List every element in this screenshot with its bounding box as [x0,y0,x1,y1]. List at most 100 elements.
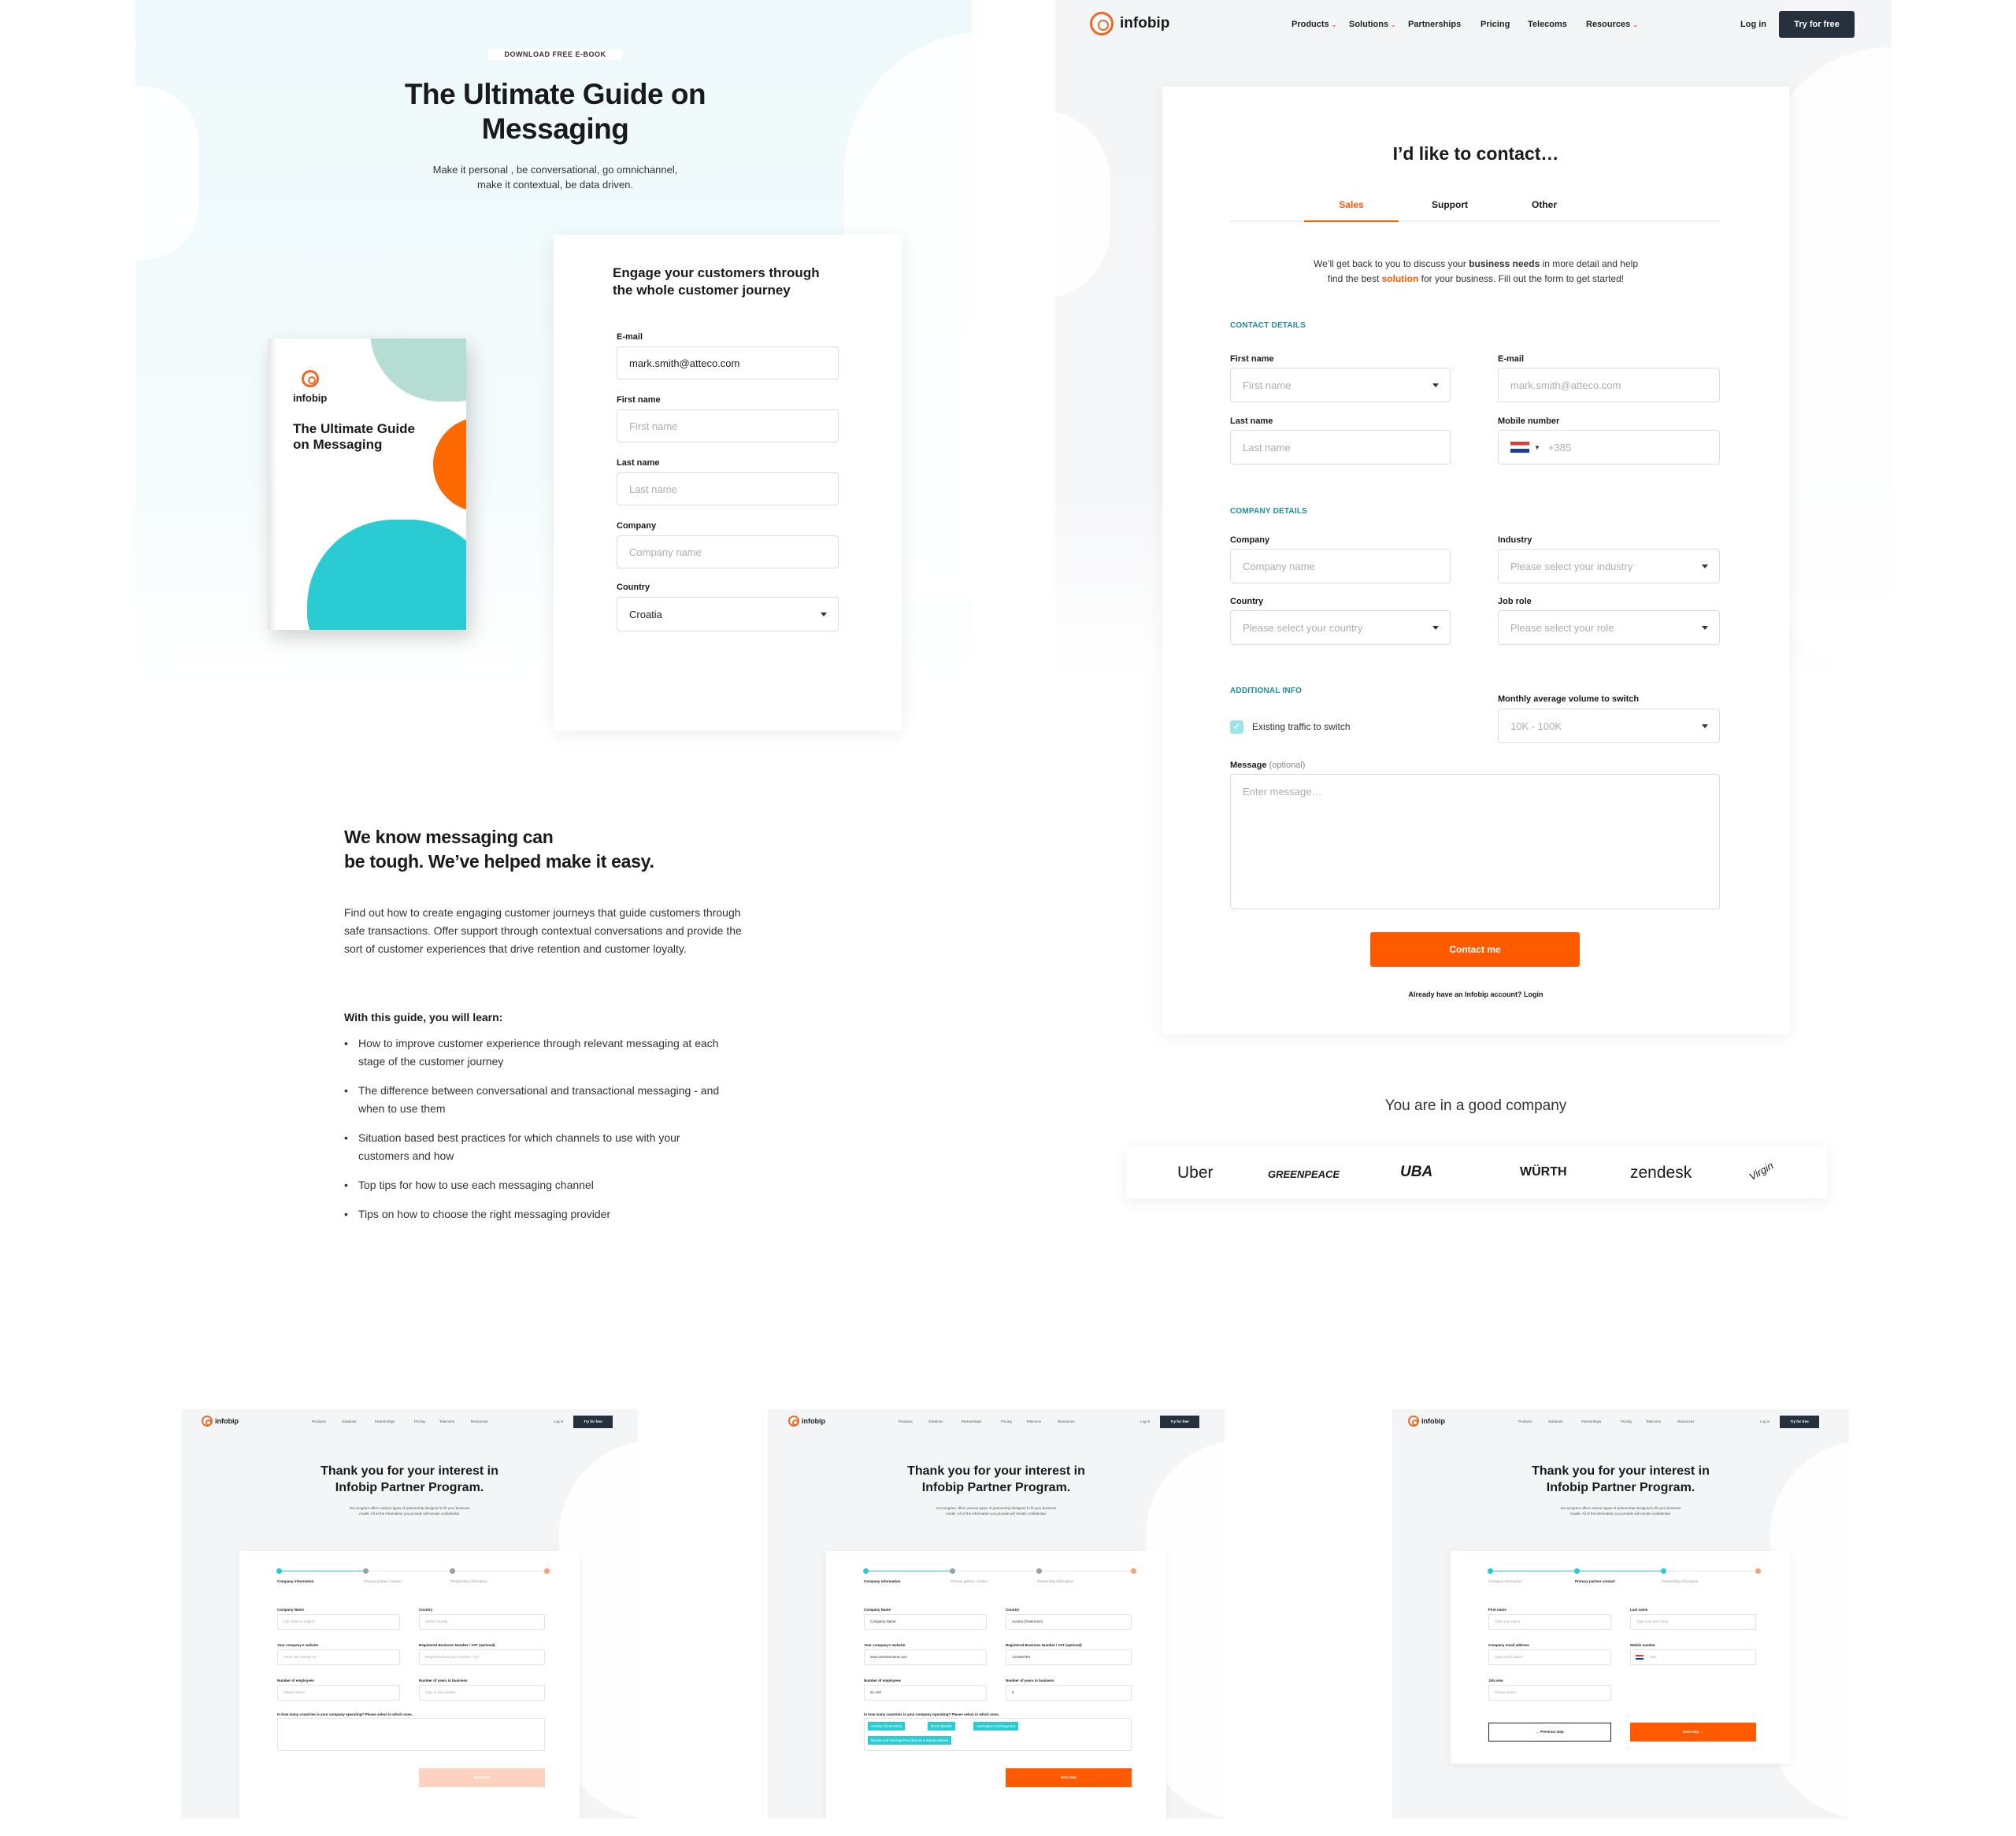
brand-name[interactable]: infobip [215,1417,239,1425]
flag-croatia-icon[interactable] [1636,1655,1644,1660]
account-note[interactable]: Already have an Infobip account? Login [1162,990,1789,998]
company-name-field[interactable]: Full name in english [277,1614,400,1630]
nav-solutions[interactable]: Solutions [928,1420,943,1423]
step-dot [863,1568,869,1574]
nav-resources[interactable]: Resources ⌄ [1586,20,1638,29]
mobile-field[interactable]: ▼ +385 [1498,430,1720,465]
years-field[interactable]: Type in the number [419,1685,545,1701]
nav-products[interactable]: Products [312,1420,326,1423]
nav-telecoms[interactable]: Telecoms [1528,20,1567,29]
email-field[interactable]: mark.smith@atteco.com [1498,368,1720,402]
login-link[interactable]: Log in [554,1420,563,1423]
employees-select[interactable]: 51-100 [864,1685,987,1701]
last-name-field[interactable]: Last name [617,472,839,505]
nav-resources[interactable]: Resources [1677,1420,1695,1423]
job-area-select[interactable]: Please select [1488,1685,1611,1701]
nav-pricing[interactable]: Pricing [414,1420,425,1423]
nav-partnerships[interactable]: Partnerships [962,1420,981,1423]
industry-select[interactable]: Please select your industry [1498,549,1720,583]
nav-solutions[interactable]: Solutions ⌄ [1349,20,1396,29]
website-field[interactable]: www.websitename.com [864,1649,987,1665]
next-step-button[interactable]: Next step [1006,1768,1132,1787]
learn-heading: With this guide, you will learn: [344,1011,503,1023]
nav-telecoms[interactable]: Telecoms [1646,1420,1661,1423]
message-textarea[interactable]: Enter message… [1230,774,1720,909]
country-select[interactable]: Please select your country [1230,610,1451,645]
nav-products[interactable]: Products [1518,1420,1532,1423]
logo-icon[interactable] [788,1416,799,1427]
email-label: E-mail [1498,354,1525,364]
book-shape-teal [307,520,466,630]
login-link[interactable]: Log in [1140,1420,1150,1423]
first-name-field[interactable]: First name [1230,368,1451,402]
nav-partnerships[interactable]: Partnerships [1581,1420,1601,1423]
nav-partnerships[interactable]: Partnerships [1408,20,1461,29]
login-link[interactable]: Log in [1740,20,1766,29]
flag-croatia-icon[interactable] [1510,442,1529,453]
reg-field[interactable]: Registered business number / VAT [419,1649,545,1665]
tab-sales[interactable]: Sales [1304,199,1399,222]
brand-name[interactable]: infobip [1120,15,1169,32]
next-step-button[interactable]: Next step [419,1768,545,1787]
nav-products[interactable]: Products [899,1420,913,1423]
nav-telecoms[interactable]: Telecoms [439,1420,454,1423]
country-chip[interactable]: Brazil (Brasil) [928,1722,955,1731]
bg-shape [135,87,198,260]
email-field[interactable]: Type email adress [1488,1649,1611,1665]
nav-pricing[interactable]: Pricing [1001,1420,1012,1423]
nav-resources[interactable]: Resources [471,1420,488,1423]
countries-multiselect[interactable] [277,1718,545,1751]
tab-support[interactable]: Support [1406,199,1493,210]
contact-title: I’d like to contact… [1392,143,1559,164]
country-chip[interactable]: Bosnia and Herzegovina (Босна и Херцегов… [868,1736,951,1745]
years-field[interactable]: 8 [1006,1685,1132,1701]
nav-resources[interactable]: Resources [1058,1420,1075,1423]
employees-select[interactable]: Please select [277,1685,400,1701]
step-dot [950,1568,955,1574]
try-free-button[interactable]: Try for free [1779,11,1855,38]
try-free-button[interactable]: Try for free [1780,1416,1819,1428]
nav-solutions[interactable]: Solutions [1548,1420,1563,1423]
logo-icon[interactable] [1090,12,1114,35]
nav-solutions[interactable]: Solutions [342,1420,357,1423]
role-select[interactable]: Please select your role [1498,610,1720,645]
nav-telecoms[interactable]: Telecoms [1026,1420,1041,1423]
country-chip[interactable]: Austria (Österreich) [868,1722,906,1731]
login-link[interactable]: Log in [1760,1420,1770,1423]
website-field[interactable]: Paste the website url [277,1649,400,1665]
first-name-field[interactable]: First name [617,409,839,442]
contact-me-button[interactable]: Contact me [1370,932,1580,967]
mobile-field[interactable]: +385 [1630,1649,1756,1665]
next-step-button[interactable]: Next step → [1630,1723,1756,1742]
company-label: Company [1230,535,1270,545]
brand-name[interactable]: infobip [1421,1417,1445,1425]
try-free-button[interactable]: Try for free [1160,1416,1199,1428]
country-select[interactable]: Select country [419,1614,545,1630]
first-name-field[interactable]: Type your name [1488,1614,1611,1630]
tab-other[interactable]: Other [1501,199,1588,210]
company-field[interactable]: Company name [617,535,839,568]
brand-name[interactable]: infobip [802,1417,825,1425]
logo-icon[interactable] [1408,1416,1419,1427]
logo-icon[interactable] [202,1416,213,1427]
email-field[interactable]: mark.smith@atteco.com [617,346,839,379]
reg-field[interactable]: 1234567BX [1006,1649,1132,1665]
try-free-button[interactable]: Try for free [573,1416,613,1428]
country-select[interactable]: Austria (Österreich) [1006,1614,1132,1630]
nav-pricing[interactable]: Pricing [1621,1420,1632,1423]
country-chip[interactable]: Azerbaijan (Azərbaycan) [973,1722,1019,1731]
company-field[interactable]: Company name [1230,549,1451,583]
company-name-field[interactable]: Company Name [864,1614,987,1630]
last-name-field[interactable]: Type your last name [1630,1614,1756,1630]
nav-products[interactable]: Products ⌄ [1292,20,1336,29]
nav-partnerships[interactable]: Partnerships [375,1420,395,1423]
volume-select[interactable]: 10K - 100K [1498,709,1720,743]
country-select[interactable]: Croatia [617,597,839,631]
traffic-checkbox[interactable]: ✓ [1230,720,1243,734]
previous-step-button[interactable]: ← Previous step [1488,1723,1611,1742]
nav-pricing[interactable]: Pricing [1480,20,1510,29]
country-label: Country [617,583,650,592]
countries-multiselect[interactable]: Austria (Österreich) Brazil (Brasil) Aze… [864,1718,1132,1751]
company-details-heading: COMPANY DETAILS [1230,507,1308,516]
last-name-field[interactable]: Last name [1230,430,1451,465]
